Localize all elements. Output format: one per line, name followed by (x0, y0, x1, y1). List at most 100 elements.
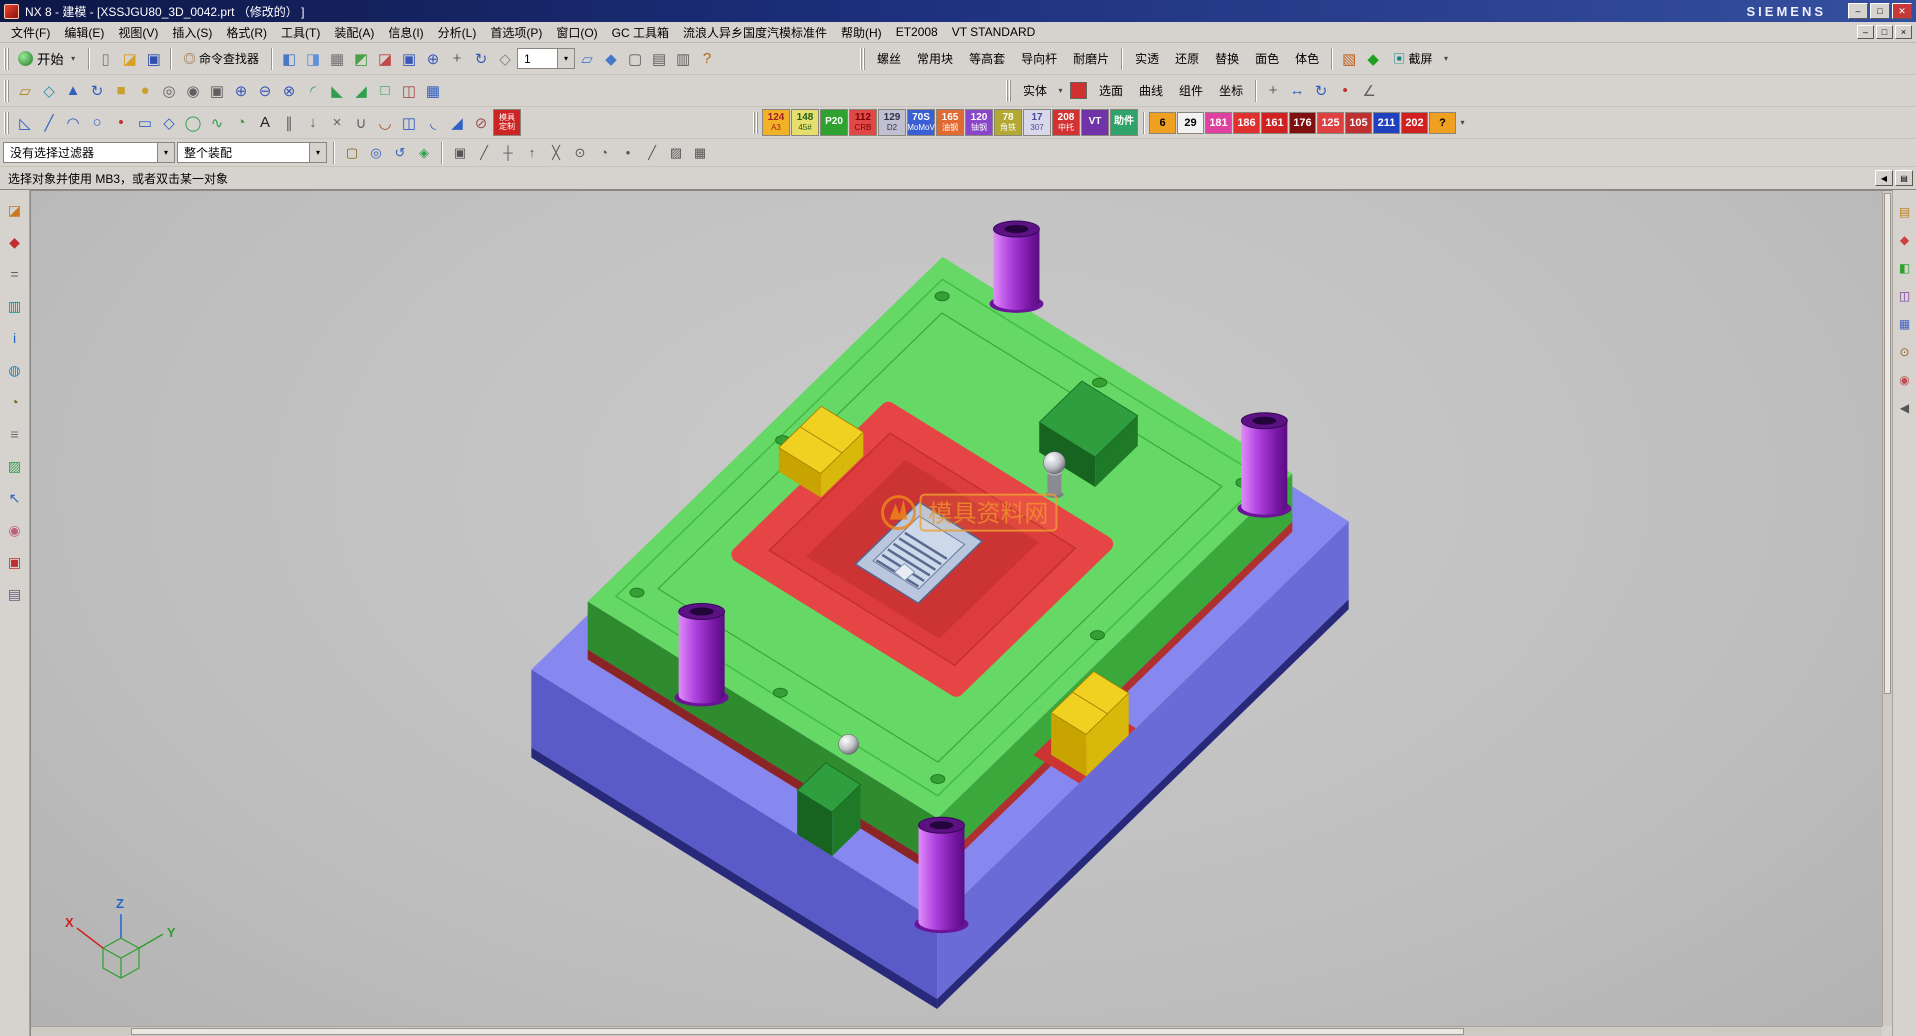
display-tool-button[interactable]: 面色 (1247, 46, 1287, 71)
material-shortcut-button[interactable]: 112 CRB (849, 109, 877, 136)
line-icon[interactable]: ╱ (37, 111, 61, 135)
measure-icon[interactable]: ∠ (1357, 79, 1381, 103)
arc-icon[interactable]: ◠ (61, 111, 85, 135)
combo-caret-icon[interactable]: ▾ (309, 143, 326, 162)
mirror-curve-icon[interactable]: ◫ (397, 111, 421, 135)
intersection-snap-icon[interactable]: ╳ (545, 142, 567, 164)
view-palette-icon[interactable]: ▦ (1895, 314, 1914, 333)
part-navigator-icon[interactable]: ◧ (1895, 258, 1914, 277)
standard-part-button[interactable]: 6 (1149, 112, 1176, 134)
information-icon[interactable]: i (4, 327, 26, 349)
assembly-constraints-icon[interactable]: ◆ (4, 231, 26, 253)
standard-part-button[interactable]: 125 (1317, 112, 1344, 134)
history-icon[interactable]: ◔ (4, 391, 26, 413)
solid-type-button[interactable]: 实体 (1015, 78, 1055, 103)
menu-item[interactable]: GC 工具箱 (605, 22, 676, 43)
material-shortcut-button[interactable]: P20 (820, 109, 848, 136)
intersection-curve-icon[interactable]: × (325, 111, 349, 135)
guide-pin-top[interactable] (989, 221, 1043, 313)
history-palette-icon[interactable]: ⊙ (1895, 342, 1914, 361)
mold-assembly-model[interactable] (531, 221, 1348, 1009)
chamfer-icon[interactable]: ◣ (325, 79, 349, 103)
perspective-view-icon[interactable]: ◇ (493, 47, 517, 71)
3d-scene[interactable]: 模具资料网 X Y Z (31, 191, 1882, 1026)
guide-pin-left[interactable] (675, 604, 729, 707)
menu-item[interactable]: 窗口(O) (549, 22, 604, 43)
screens-icon[interactable]: ▤ (4, 583, 26, 605)
point-on-curve-snap-icon[interactable]: ╱ (641, 142, 663, 164)
selection-mode-button[interactable]: 坐标 (1211, 78, 1251, 103)
snap-point-icon[interactable]: ▣ (449, 142, 471, 164)
wcs-dynamics-icon[interactable]: + (1261, 79, 1285, 103)
snapshot-icon[interactable]: ▢ (623, 47, 647, 71)
control-point-snap-icon[interactable]: ↑ (521, 142, 543, 164)
standard-part-button[interactable]: 202 (1401, 112, 1428, 134)
standard-part-button[interactable]: ? (1429, 112, 1456, 134)
fastener-tool-button[interactable]: 导向杆 (1013, 46, 1065, 71)
toolbar-grip[interactable] (4, 80, 9, 102)
web-browser-icon[interactable]: ◍ (4, 359, 26, 381)
arc-center-snap-icon[interactable]: ⊙ (569, 142, 591, 164)
collaboration-icon[interactable]: ◉ (4, 519, 26, 541)
shaded-edges-view-icon[interactable]: ◧ (277, 47, 301, 71)
notes-icon[interactable]: ≡ (4, 423, 26, 445)
trimetric-view-icon[interactable]: ◆ (599, 47, 623, 71)
screen-capture-button[interactable]: ▣ 截屏 (1385, 46, 1440, 71)
expressions-icon[interactable]: = (4, 263, 26, 285)
toolbar-grip[interactable] (4, 48, 9, 70)
display-tool-button[interactable]: 实透 (1127, 46, 1167, 71)
combo-caret-icon[interactable]: ▾ (557, 49, 574, 68)
more-tools-caret-icon[interactable]: ▾ (1457, 112, 1468, 134)
menu-item[interactable]: 编辑(E) (57, 22, 111, 43)
mdi-close-button[interactable]: × (1895, 25, 1912, 39)
sketch-icon[interactable]: ▱ (13, 79, 37, 103)
roles-icon[interactable]: ◉ (1895, 370, 1914, 389)
fastener-tool-button[interactable]: 等高套 (961, 46, 1013, 71)
toolbar-grip[interactable] (4, 112, 9, 134)
ellipse-icon[interactable]: ◯ (181, 111, 205, 135)
material-shortcut-button[interactable]: 208 中托 (1052, 109, 1080, 136)
trim-body-icon[interactable]: ◫ (397, 79, 421, 103)
material-shortcut-button[interactable]: 165 油钢 (936, 109, 964, 136)
menu-item[interactable]: 流浪人异乡国度汽模标准件 (676, 22, 834, 43)
midpoint-snap-icon[interactable]: ┼ (497, 142, 519, 164)
face-analysis-view-icon[interactable]: ◪ (373, 47, 397, 71)
grid-snap-icon[interactable]: ▦ (689, 142, 711, 164)
constraint-navigator-icon[interactable]: ◆ (1895, 230, 1914, 249)
material-shortcut-button[interactable]: 124 A3 (762, 109, 790, 136)
hole-icon[interactable]: ◎ (157, 79, 181, 103)
toolbox-icon[interactable]: ◪ (4, 199, 26, 221)
menu-item[interactable]: 格式(R) (219, 22, 274, 43)
draft-icon[interactable]: ◢ (349, 79, 373, 103)
fit-view-icon[interactable]: ▣ (397, 47, 421, 71)
window-layout-icon[interactable]: ▤ (647, 47, 671, 71)
save-icon[interactable]: ▣ (142, 47, 166, 71)
selection-mode-button[interactable]: 选面 (1091, 78, 1131, 103)
graphics-viewport[interactable]: 模具资料网 X Y Z (30, 190, 1892, 1036)
hd3d-tool-icon[interactable]: ▥ (4, 295, 26, 317)
boss-icon[interactable]: ◉ (181, 79, 205, 103)
color-swatch[interactable] (1070, 82, 1087, 99)
point-constructor-icon[interactable]: • (1333, 79, 1357, 103)
edge-blend-icon[interactable]: ◜ (301, 79, 325, 103)
display-tool-button[interactable]: 还原 (1167, 46, 1207, 71)
revolve-icon[interactable]: ↻ (85, 79, 109, 103)
window-switch-icon[interactable]: ▣ (4, 551, 26, 573)
pattern-icon[interactable]: ▦ (421, 79, 445, 103)
project-curve-icon[interactable]: ↓ (301, 111, 325, 135)
material-shortcut-button[interactable]: 助件 (1110, 109, 1138, 136)
extrude-icon[interactable]: ▲ (61, 79, 85, 103)
circle-icon[interactable]: ○ (85, 111, 109, 135)
combo-caret-icon[interactable]: ▾ (157, 143, 174, 162)
new-file-icon[interactable]: ▯ (94, 47, 118, 71)
vertical-scrollbar-thumb[interactable] (1884, 193, 1891, 694)
menu-item[interactable]: VT STANDARD (945, 23, 1043, 41)
select-rect-icon[interactable]: ▢ (341, 142, 363, 164)
point-on-face-snap-icon[interactable]: ▨ (665, 142, 687, 164)
mdi-restore-button[interactable]: □ (1876, 25, 1893, 39)
menu-item[interactable]: 装配(A) (327, 22, 381, 43)
profile-icon[interactable]: ◺ (13, 111, 37, 135)
cylinder-icon[interactable]: ● (133, 79, 157, 103)
guide-pin-bottom[interactable] (915, 817, 969, 933)
standard-part-button[interactable]: 176 (1289, 112, 1316, 134)
